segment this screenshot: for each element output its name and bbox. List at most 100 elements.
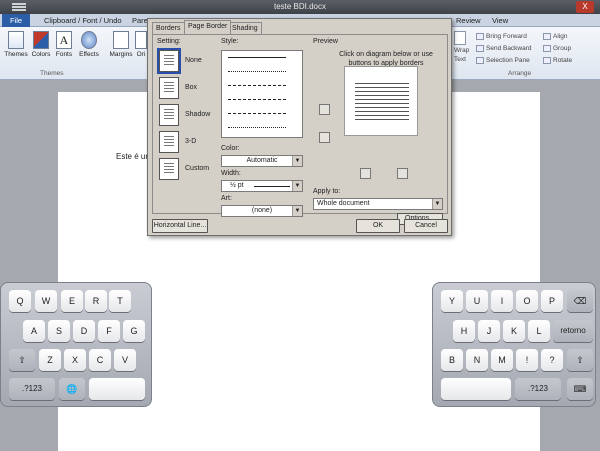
- style-option-dashed[interactable]: [228, 99, 286, 100]
- margins-button[interactable]: Margins: [108, 31, 134, 58]
- tab-review[interactable]: Review: [452, 15, 485, 26]
- key-question[interactable]: ?: [541, 349, 563, 371]
- setting-box-icon[interactable]: [159, 77, 179, 99]
- orientation-button[interactable]: Ori: [134, 31, 148, 58]
- globe-icon[interactable]: 🌐: [59, 378, 85, 400]
- key-a[interactable]: A: [23, 320, 45, 342]
- style-list[interactable]: [221, 50, 303, 138]
- rotate-button[interactable]: Rotate: [543, 56, 572, 65]
- setting-shadow-label[interactable]: Shadow: [185, 111, 210, 118]
- setting-box-label[interactable]: Box: [185, 84, 197, 91]
- style-label: Style:: [221, 38, 239, 45]
- key-d[interactable]: D: [73, 320, 95, 342]
- color-label: Color:: [221, 145, 240, 152]
- cancel-button[interactable]: Cancel: [404, 219, 448, 233]
- style-option-solid[interactable]: [228, 57, 286, 58]
- bring-forward-icon: [476, 32, 484, 40]
- bring-forward-button[interactable]: Bring Forward: [476, 32, 527, 41]
- key-f[interactable]: F: [98, 320, 120, 342]
- selection-pane-button[interactable]: Selection Pane: [476, 56, 530, 65]
- preview-diagram[interactable]: [344, 66, 418, 136]
- key-h[interactable]: H: [453, 320, 475, 342]
- tab-clipboard-font-undo[interactable]: Clipboard / Font / Undo: [40, 15, 126, 26]
- setting-none-label[interactable]: None: [185, 57, 202, 64]
- top-border-button[interactable]: [319, 104, 330, 115]
- setting-shadow-icon[interactable]: [159, 104, 179, 126]
- style-option-dash-dot[interactable]: [228, 113, 286, 114]
- effects-button[interactable]: Effects: [77, 31, 101, 58]
- key-x[interactable]: X: [64, 349, 86, 371]
- preview-text-line: [355, 119, 409, 120]
- tab-shading[interactable]: Shading: [228, 22, 262, 34]
- key-g[interactable]: G: [123, 320, 145, 342]
- fonts-button[interactable]: A Fonts: [54, 31, 74, 58]
- shift-key-icon[interactable]: ⇧: [567, 349, 593, 371]
- tab-file[interactable]: File: [2, 14, 30, 27]
- close-button[interactable]: X: [576, 1, 594, 13]
- wrap-text-button[interactable]: Wrap Text: [454, 31, 469, 64]
- key-v[interactable]: V: [114, 349, 136, 371]
- key-q[interactable]: Q: [9, 290, 31, 312]
- send-backward-button[interactable]: Send Backward: [476, 44, 532, 53]
- chevron-down-icon: ▼: [292, 181, 302, 191]
- colors-button[interactable]: Colors: [30, 31, 52, 58]
- style-option-dashed-small[interactable]: [228, 85, 286, 86]
- effects-icon: [81, 31, 97, 49]
- key-l[interactable]: L: [528, 320, 550, 342]
- group-button[interactable]: Group: [543, 44, 571, 53]
- tab-view[interactable]: View: [488, 15, 512, 26]
- align-button[interactable]: Align: [543, 32, 567, 41]
- key-o[interactable]: O: [516, 290, 538, 312]
- art-select[interactable]: (none) ▼: [221, 205, 303, 217]
- key-b[interactable]: B: [441, 349, 463, 371]
- space-key[interactable]: [89, 378, 145, 400]
- style-option-dotted[interactable]: [228, 71, 286, 72]
- key-k[interactable]: K: [503, 320, 525, 342]
- left-border-button[interactable]: [360, 168, 371, 179]
- key-c[interactable]: C: [89, 349, 111, 371]
- preview-text-line: [355, 111, 409, 112]
- key-y[interactable]: Y: [441, 290, 463, 312]
- tab-page-border[interactable]: Page Border: [184, 20, 232, 34]
- setting-none-icon[interactable]: [157, 48, 181, 74]
- key-p[interactable]: P: [541, 290, 563, 312]
- hide-keyboard-icon[interactable]: ⌨: [567, 378, 593, 400]
- key-r[interactable]: R: [85, 290, 107, 312]
- themes-button[interactable]: Themes: [4, 31, 28, 58]
- key-w[interactable]: W: [35, 290, 57, 312]
- return-key[interactable]: retorno: [553, 320, 593, 342]
- preview-text-line: [355, 87, 409, 88]
- numbers-key[interactable]: .?123: [515, 378, 561, 400]
- wrap-text-icon: [454, 31, 466, 45]
- key-i[interactable]: I: [491, 290, 513, 312]
- apply-to-select[interactable]: Whole document ▼: [313, 198, 443, 210]
- space-key[interactable]: [441, 378, 511, 400]
- key-exclamation[interactable]: !: [516, 349, 538, 371]
- menu-icon[interactable]: [12, 3, 26, 11]
- key-m[interactable]: M: [491, 349, 513, 371]
- backspace-icon[interactable]: ⌫: [567, 290, 593, 312]
- key-t[interactable]: T: [109, 290, 131, 312]
- preview-text-line: [355, 115, 409, 116]
- ok-button[interactable]: OK: [356, 219, 400, 233]
- key-j[interactable]: J: [478, 320, 500, 342]
- setting-custom-label[interactable]: Custom: [185, 165, 209, 172]
- bottom-border-button[interactable]: [319, 132, 330, 143]
- horizontal-line-button[interactable]: Horizontal Line...: [152, 219, 208, 233]
- key-s[interactable]: S: [48, 320, 70, 342]
- setting-3d-icon[interactable]: [159, 131, 179, 153]
- key-n[interactable]: N: [466, 349, 488, 371]
- right-border-button[interactable]: [397, 168, 408, 179]
- key-u[interactable]: U: [466, 290, 488, 312]
- key-e[interactable]: E: [61, 290, 83, 312]
- tab-borders[interactable]: Borders: [152, 22, 185, 34]
- style-option-dash-dot-dot[interactable]: [228, 127, 286, 128]
- key-z[interactable]: Z: [39, 349, 61, 371]
- color-select[interactable]: Automatic ▼: [221, 155, 303, 167]
- width-select[interactable]: ½ pt ▼: [221, 180, 303, 192]
- setting-custom-icon[interactable]: [159, 158, 179, 180]
- shift-key-icon[interactable]: ⇧: [9, 349, 35, 371]
- setting-3d-label[interactable]: 3-D: [185, 138, 196, 145]
- send-backward-icon: [476, 44, 484, 52]
- numbers-key[interactable]: .?123: [9, 378, 55, 400]
